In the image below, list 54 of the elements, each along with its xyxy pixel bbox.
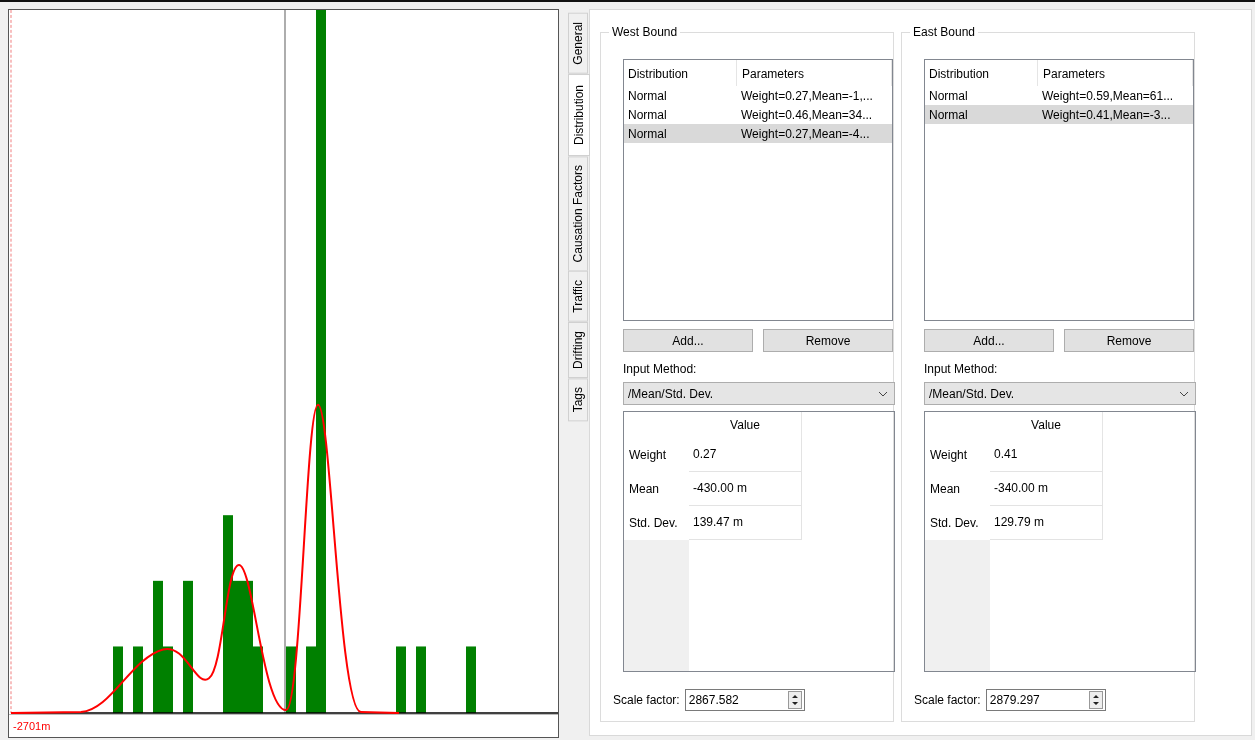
row-header: Std. Dev.: [929, 515, 980, 532]
column-header: Parameters: [737, 60, 892, 86]
histogram-bar: [396, 646, 406, 714]
scale-factor-field[interactable]: 2867.582: [684, 689, 805, 711]
row-header: Mean: [628, 481, 661, 498]
column-header: Distribution: [925, 60, 1038, 86]
list-row[interactable]: Normal Weight=0.46,Mean=34...: [624, 105, 892, 124]
axis-label: -2701m: [13, 720, 51, 733]
spin-arrows-icon[interactable]: [787, 691, 802, 709]
input-method-dropdown[interactable]: /Mean/Std. Dev.: [924, 382, 1196, 405]
input-method-dropdown[interactable]: /Mean/Std. Dev.: [623, 382, 895, 405]
row-header: Weight: [929, 447, 969, 464]
histogram-bar: [416, 646, 426, 714]
table-cell[interactable]: 139.47 m: [689, 506, 802, 540]
column-header: Value: [990, 412, 1103, 438]
scale-factor-label: Scale factor:: [914, 693, 981, 707]
column-header: Distribution: [624, 60, 737, 86]
group-title: West Bound: [609, 25, 681, 39]
tab[interactable]: General: [568, 13, 588, 74]
row-header: Weight: [628, 447, 668, 464]
scale-factor-label: Scale factor:: [613, 693, 680, 707]
tab[interactable]: Causation Factors: [568, 155, 588, 272]
add-button[interactable]: Add...: [924, 329, 1054, 352]
tab[interactable]: Traffic: [568, 271, 588, 322]
remove-button[interactable]: Remove: [1064, 329, 1194, 352]
remove-button[interactable]: Remove: [763, 329, 893, 352]
group-title: East Bound: [910, 25, 979, 39]
input-method-label: Input Method:: [623, 362, 698, 376]
caret-icon: [878, 390, 888, 397]
list-row[interactable]: Normal Weight=0.59,Mean=61...: [925, 86, 1193, 105]
histogram-bar: [133, 646, 143, 714]
spin-arrows-icon[interactable]: [1088, 691, 1103, 709]
histogram-bar: [286, 646, 296, 714]
table-cell[interactable]: 0.41: [990, 438, 1103, 472]
scale-factor-field[interactable]: 2879.297: [985, 689, 1106, 711]
list-row[interactable]: Normal Weight=0.41,Mean=-3...: [925, 105, 1193, 124]
list-row[interactable]: Normal Weight=0.27,Mean=-4...: [624, 124, 892, 143]
column-header: Parameters: [1038, 60, 1193, 86]
table-cell[interactable]: -340.00 m: [990, 472, 1103, 506]
column-header: Value: [689, 412, 802, 438]
tab[interactable]: Distribution: [568, 73, 590, 156]
histogram-bar: [113, 646, 123, 714]
input-method-label: Input Method:: [924, 362, 999, 376]
tab[interactable]: Drifting: [568, 321, 588, 378]
row-header: Std. Dev.: [628, 515, 679, 532]
caret-icon: [1179, 390, 1189, 397]
table-cell[interactable]: 0.27: [689, 438, 802, 472]
list-row[interactable]: Normal Weight=0.27,Mean=-1,...: [624, 86, 892, 105]
add-button[interactable]: Add...: [623, 329, 753, 352]
tab[interactable]: Tags: [568, 377, 588, 422]
histogram-bar: [466, 646, 476, 714]
table-cell[interactable]: -430.00 m: [689, 472, 802, 506]
row-header: Mean: [929, 481, 962, 498]
table-cell[interactable]: 129.79 m: [990, 506, 1103, 540]
